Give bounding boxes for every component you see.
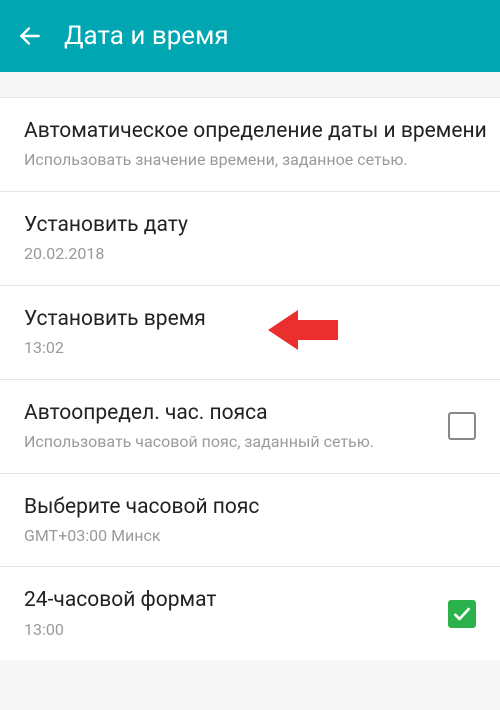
- select-zone-sub: GMT+03:00 Минск: [24, 525, 460, 547]
- auto-time-row[interactable]: Автоматическое определение даты и времен…: [0, 98, 500, 192]
- arrow-back-icon: [17, 23, 43, 49]
- auto-zone-sub: Использовать часовой пояс, заданный сеть…: [24, 431, 432, 453]
- auto-time-sub: Использовать значение времени, заданное …: [24, 149, 487, 171]
- set-time-sub: 13:02: [24, 337, 460, 359]
- auto-time-title: Автоматическое определение даты и времен…: [24, 118, 487, 145]
- check-icon: [452, 604, 472, 624]
- page-title: Дата и время: [64, 21, 229, 51]
- format24-sub: 13:00: [24, 619, 432, 641]
- set-time-row[interactable]: Установить время 13:02: [0, 286, 500, 380]
- set-date-row[interactable]: Установить дату 20.02.2018: [0, 192, 500, 286]
- settings-list: Автоматическое определение даты и времен…: [0, 98, 500, 660]
- set-date-sub: 20.02.2018: [24, 243, 460, 265]
- appbar: Дата и время: [0, 0, 500, 72]
- select-zone-row[interactable]: Выберите часовой пояс GMT+03:00 Минск: [0, 474, 500, 568]
- format24-checkbox[interactable]: [448, 600, 476, 628]
- format24-row[interactable]: 24-часовой формат 13:00: [0, 567, 500, 660]
- auto-zone-checkbox[interactable]: [448, 412, 476, 440]
- section-spacer: [0, 72, 500, 98]
- set-time-title: Установить время: [24, 306, 460, 333]
- auto-zone-row[interactable]: Автоопредел. час. пояса Использовать час…: [0, 380, 500, 474]
- auto-zone-title: Автоопредел. час. пояса: [24, 400, 432, 427]
- back-button[interactable]: [14, 20, 46, 52]
- select-zone-title: Выберите часовой пояс: [24, 494, 460, 521]
- format24-title: 24-часовой формат: [24, 587, 432, 614]
- set-date-title: Установить дату: [24, 212, 460, 239]
